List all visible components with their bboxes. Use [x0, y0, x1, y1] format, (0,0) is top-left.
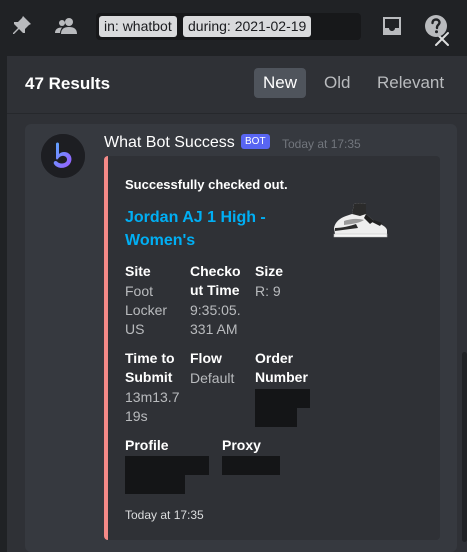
message-timestamp: Today at 17:35	[282, 137, 361, 151]
field-size-value: R: 9	[255, 283, 281, 299]
field-size-name: Size	[255, 263, 284, 279]
members-icon[interactable]	[54, 14, 78, 38]
chip-value: whatbot	[122, 18, 172, 34]
message-author[interactable]: What Bot Success	[104, 134, 235, 152]
field-profile-name: Profile	[125, 437, 169, 453]
help-icon[interactable]	[424, 14, 448, 38]
field-time-to-submit-name: Time to Submit	[125, 350, 175, 385]
redacted-order-number	[255, 389, 310, 408]
bot-badge: BOT	[241, 134, 270, 149]
redacted-profile	[125, 456, 209, 475]
redacted-order-number	[255, 408, 297, 427]
chip-prefix: during:	[188, 18, 231, 34]
field-flow-value: Default	[190, 370, 235, 386]
chip-prefix: in:	[104, 18, 119, 34]
results-count: 47 Results	[25, 74, 111, 93]
field-order-number-name: Order Number	[255, 350, 308, 385]
avatar[interactable]	[41, 134, 85, 178]
field-site-value: Foot Locker US	[125, 283, 168, 337]
pin-icon[interactable]	[10, 14, 34, 38]
chip-value: 2021-02-19	[234, 18, 307, 34]
field-checkout-time-name: Checkout Time	[190, 263, 241, 298]
bot-logo-icon	[41, 134, 85, 178]
redacted-proxy	[222, 456, 280, 475]
embed-description: Successfully checked out.	[125, 177, 288, 192]
results-scrollbar[interactable]	[462, 122, 467, 552]
embed-footer-timestamp: Today at 17:35	[125, 508, 204, 522]
scrollbar-thumb[interactable]	[462, 352, 467, 542]
results-header: 47 Results New Old Relevant	[7, 56, 467, 114]
field-site-name: Site	[125, 263, 151, 279]
search-chip-date[interactable]: during: 2021-02-19	[183, 16, 312, 37]
search-input[interactable]: in: whatbot during: 2021-02-19	[96, 13, 449, 46]
redacted-profile	[125, 475, 185, 494]
field-time-to-submit-value: 13m13.719s	[125, 389, 180, 424]
field-checkout-time-value: 9:35:05.331 AM	[190, 302, 241, 337]
search-results-panel: 47 Results New Old Relevant What Bot Suc…	[7, 56, 467, 552]
field-flow-name: Flow	[190, 350, 222, 366]
top-toolbar: in: whatbot during: 2021-02-19	[0, 0, 467, 52]
tab-old[interactable]: Old	[315, 68, 359, 98]
search-chip-channel[interactable]: in: whatbot	[99, 16, 177, 37]
embed-title-link[interactable]: Jordan AJ 1 High - Women's	[125, 206, 275, 252]
search-result-message[interactable]: What Bot Success BOT Today at 17:35 Succ…	[25, 124, 457, 552]
tab-relevant[interactable]: Relevant	[368, 68, 453, 98]
inbox-icon[interactable]	[380, 14, 404, 38]
field-proxy-name: Proxy	[222, 437, 261, 453]
checkout-embed: Successfully checked out. Jordan AJ 1 Hi…	[104, 156, 440, 540]
sneaker-thumbnail[interactable]	[330, 194, 390, 244]
tab-new[interactable]: New	[254, 68, 307, 98]
